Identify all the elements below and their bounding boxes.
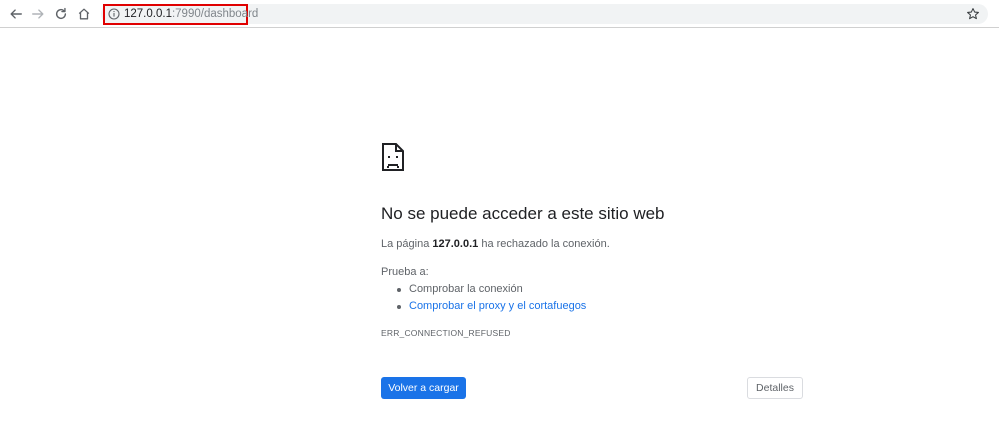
details-button[interactable]: Detalles	[747, 377, 803, 399]
url-host: 127.0.0.1	[124, 8, 172, 20]
suggestions-list: Comprobar la conexión Comprobar el proxy…	[381, 282, 586, 316]
list-item: Comprobar el proxy y el cortafuegos	[381, 299, 586, 316]
reload-icon	[55, 7, 67, 20]
url-path: :7990/dashboard	[171, 8, 259, 20]
browser-toolbar: 127.0.0.1:7990/dashboard	[0, 0, 999, 28]
star-icon[interactable]	[966, 7, 980, 21]
info-icon[interactable]	[108, 8, 120, 20]
arrow-left-icon	[10, 9, 22, 19]
reload-page-button[interactable]: Volver a cargar	[381, 377, 466, 399]
description-prefix: La página	[381, 238, 430, 250]
error-code: ERR_CONNECTION_REFUSED	[381, 328, 511, 338]
error-description: La página 127.0.0.1 ha rechazado la cone…	[381, 238, 610, 250]
reload-button[interactable]	[50, 3, 72, 25]
bullet-icon	[397, 288, 401, 292]
url-text[interactable]: 127.0.0.1:7990/dashboard	[124, 7, 258, 21]
list-item: Comprobar la conexión	[381, 282, 586, 299]
home-icon	[78, 8, 90, 20]
suggestion-check-connection: Comprobar la conexión	[409, 283, 523, 295]
bullet-icon	[397, 305, 401, 309]
error-title: No se puede acceder a este sitio web	[381, 204, 665, 223]
suggestions-heading: Prueba a:	[381, 266, 429, 278]
back-button[interactable]	[5, 3, 27, 25]
sad-document-icon	[382, 143, 404, 171]
forward-button[interactable]	[27, 3, 49, 25]
home-button[interactable]	[73, 3, 95, 25]
description-suffix: ha rechazado la conexión.	[481, 238, 610, 250]
description-host: 127.0.0.1	[432, 238, 479, 250]
arrow-right-icon	[32, 9, 44, 19]
suggestion-check-proxy-link[interactable]: Comprobar el proxy y el cortafuegos	[409, 300, 586, 312]
